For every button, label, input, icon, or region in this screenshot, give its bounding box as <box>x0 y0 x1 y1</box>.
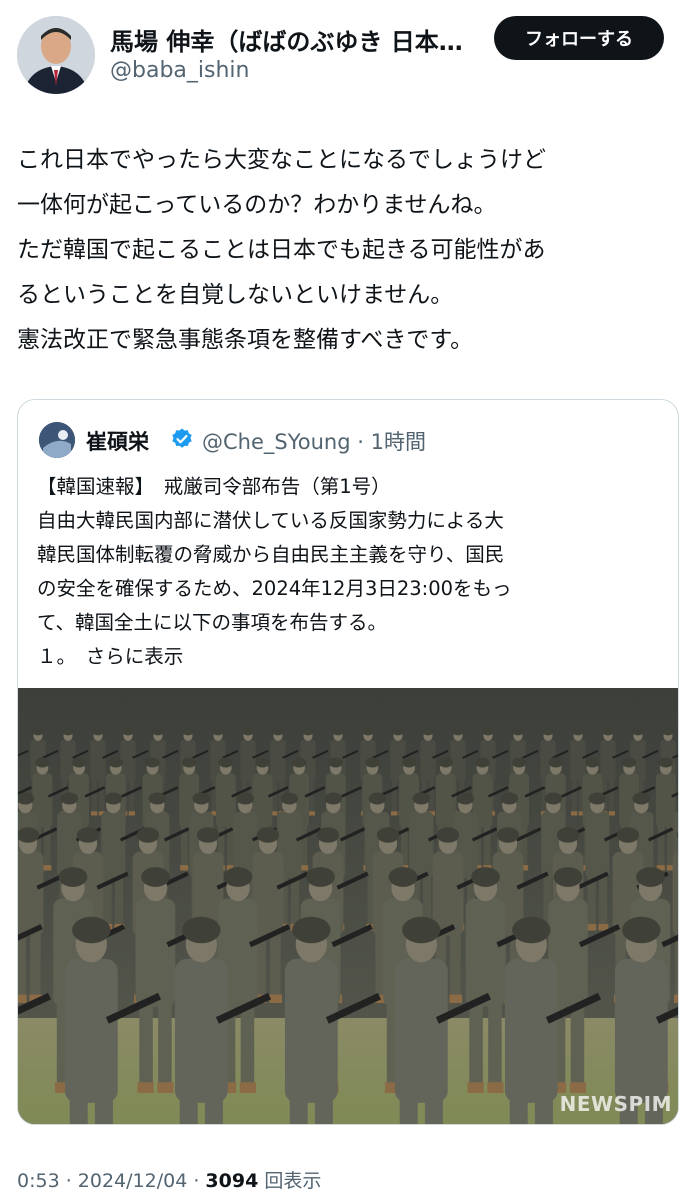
tweet-header: 馬場 伸幸（ばばのぶゆき 日本… @baba_ishin フォローする <box>0 0 695 100</box>
views-label: 回表示 <box>258 1170 322 1192</box>
quoted-tweet[interactable]: 崔碩栄 @Che_SYoung · 1時間 【韓国速報】 戒厳司令部布告（第1号… <box>17 399 679 1125</box>
tweet-line: 一体何が起こっているのか？わかりませんね。 <box>17 192 497 218</box>
list-number: １。 <box>37 645 67 668</box>
soldiers-photo <box>18 688 678 1124</box>
quoted-author-avatar[interactable] <box>39 422 75 458</box>
photo-watermark: NEWSPIM <box>559 1092 672 1116</box>
quoted-line: 韓民国体制転覆の脅威から自由民主主義を守り、国民 <box>37 543 505 566</box>
tweet-line: るということを自覚しないといけません。 <box>17 282 454 308</box>
tweet-line: ただ韓国で起こることは日本でも起きる可能性があ <box>17 237 546 263</box>
tweet-meta: 0:53 · 2024/12/04 · 3094 回表示 <box>17 1166 321 1193</box>
tweet-line: 憲法改正で緊急事態条項を整備すべきです。 <box>17 327 474 353</box>
quoted-line: 自由大韓民国内部に潜伏している反国家勢力による大 <box>37 509 504 532</box>
quoted-line: て、韓国全土に以下の事項を布告する。 <box>37 611 388 634</box>
tweet-line: これ日本でやったら大変なことになるでしょうけど <box>17 147 546 173</box>
quoted-line: の安全を確保するため、2024年12月3日23:00をもっ <box>37 577 512 600</box>
quoted-last-line: １。 さらに表示 <box>37 640 667 674</box>
author-handle[interactable]: @baba_ishin <box>110 58 249 83</box>
quoted-handle-time: @Che_SYoung · 1時間 <box>202 430 426 454</box>
quoted-author-name[interactable]: 崔碩栄 <box>86 426 149 456</box>
author-name[interactable]: 馬場 伸幸（ばばのぶゆき 日本… <box>110 22 480 57</box>
show-more-link[interactable]: さらに表示 <box>86 645 184 668</box>
quoted-text: 【韓国速報】 戒厳司令部布告（第1号） 自由大韓民国内部に潜伏している反国家勢力… <box>37 470 667 674</box>
view-count: 3094 <box>205 1170 259 1192</box>
follow-button[interactable]: フォローする <box>494 16 664 60</box>
tweet-timestamp[interactable]: 0:53 · 2024/12/04 · <box>17 1170 205 1192</box>
quoted-line: 【韓国速報】 戒厳司令部布告（第1号） <box>37 475 391 498</box>
author-avatar[interactable] <box>17 16 95 94</box>
verified-badge-icon <box>172 428 192 448</box>
quoted-photo[interactable]: NEWSPIM <box>18 688 678 1124</box>
tweet-text: これ日本でやったら大変なことになるでしょうけど 一体何が起こっているのか？わかり… <box>17 138 682 363</box>
